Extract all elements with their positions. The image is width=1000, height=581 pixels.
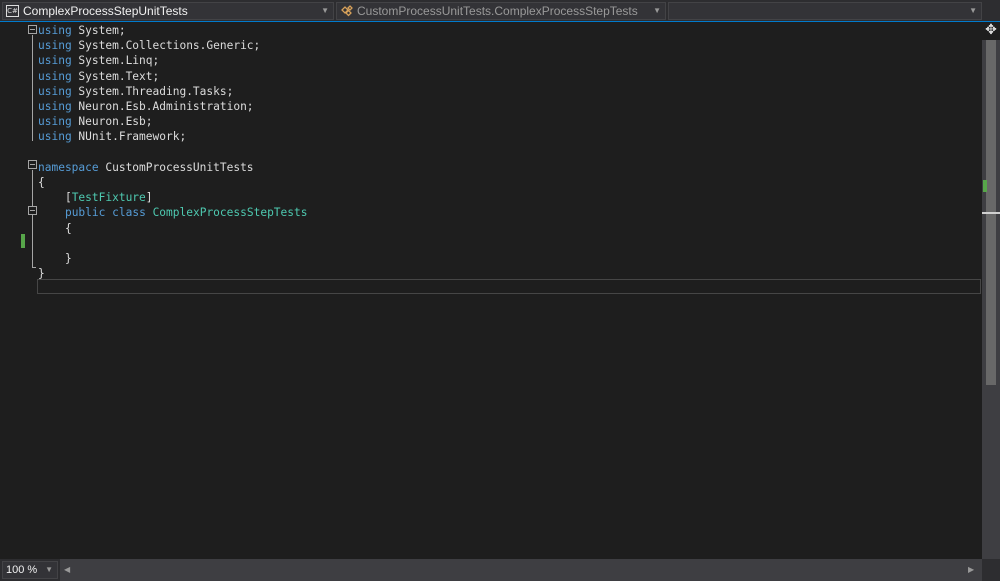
code-line[interactable]: namespace CustomProcessUnitTests xyxy=(38,160,254,175)
code-line[interactable]: using NUnit.Framework; xyxy=(38,129,186,144)
chevron-down-icon: ▼ xyxy=(653,6,661,15)
collapse-using-toggle[interactable] xyxy=(28,25,37,34)
scroll-right-icon[interactable]: ▶ xyxy=(968,565,974,575)
collapse-namespace-toggle[interactable] xyxy=(28,160,37,169)
project-dropdown-value: ComplexProcessStepUnitTests xyxy=(23,4,188,18)
code-token: Neuron.Esb; xyxy=(71,115,153,129)
code-line[interactable]: using System.Threading.Tasks; xyxy=(38,84,233,99)
code-line[interactable]: } xyxy=(38,266,45,281)
keyword-token: using xyxy=(38,100,72,113)
zoom-level: 100 % xyxy=(6,564,38,576)
keyword-token: using xyxy=(38,69,72,83)
keyword-token: using xyxy=(38,54,72,68)
outline-guide xyxy=(32,35,33,141)
code-token: System.Collections.Generic; xyxy=(71,39,261,53)
member-dropdown[interactable]: ▼ xyxy=(668,2,982,20)
code-token: { xyxy=(38,221,72,235)
horizontal-scrollbar[interactable]: ◀ ▶ xyxy=(60,559,982,581)
code-line[interactable]: public class ComplexProcessStepTests xyxy=(38,205,308,220)
code-line[interactable]: [TestFixture] xyxy=(38,190,153,205)
code-token: Neuron.Esb.Administration; xyxy=(71,100,254,113)
scrollbar-change-marker xyxy=(983,180,987,192)
project-dropdown[interactable]: C# ComplexProcessStepUnitTests ▼ xyxy=(2,2,334,20)
type-dropdown-value: CustomProcessUnitTests.ComplexProcessSte… xyxy=(357,4,638,18)
code-token: { xyxy=(38,176,45,189)
scroll-left-icon[interactable]: ◀ xyxy=(64,565,70,575)
code-token: System.Text; xyxy=(71,69,160,83)
code-token: System.Threading.Tasks; xyxy=(71,84,234,98)
csharp-project-icon: C# xyxy=(6,5,19,17)
vertical-scrollbar[interactable] xyxy=(982,40,1000,559)
code-line[interactable]: using System.Collections.Generic; xyxy=(38,38,260,53)
keyword-token: namespace xyxy=(38,160,99,174)
code-token: } xyxy=(38,267,45,281)
keyword-token: using xyxy=(38,130,72,144)
code-token: System.Linq; xyxy=(71,54,160,68)
split-window-icon[interactable]: ✥ xyxy=(984,23,998,38)
keyword-token: class xyxy=(112,206,146,220)
navigation-bar: C# ComplexProcessStepUnitTests ▼ CustomP… xyxy=(0,0,1000,22)
chevron-down-icon: ▼ xyxy=(45,565,53,574)
chevron-down-icon: ▼ xyxy=(321,6,329,15)
keyword-token: using xyxy=(38,39,72,53)
keyword-token: public xyxy=(64,206,106,220)
change-marker xyxy=(21,234,25,248)
code-token: } xyxy=(38,252,72,265)
editor-bottom-bar: 100 % ▼ ◀ ▶ xyxy=(0,559,1000,581)
code-editor[interactable]: using System; using System.Collections.Ge… xyxy=(0,23,982,559)
code-line[interactable]: using Neuron.Esb; xyxy=(38,114,153,129)
class-icon xyxy=(341,5,353,17)
code-token: ] xyxy=(145,191,153,205)
code-token: NUnit.Framework; xyxy=(71,130,187,144)
outline-guide xyxy=(32,216,33,255)
keyword-token: using xyxy=(38,115,72,129)
code-line[interactable]: { xyxy=(38,175,45,190)
code-token: System; xyxy=(71,24,126,37)
current-line-highlight xyxy=(37,279,981,294)
type-dropdown[interactable]: CustomProcessUnitTests.ComplexProcessSte… xyxy=(336,2,666,20)
code-token: CustomProcessUnitTests xyxy=(98,160,254,174)
code-token: [ xyxy=(38,191,72,205)
keyword-token: using xyxy=(38,24,72,37)
outline-guide-end xyxy=(32,267,36,268)
code-line[interactable]: { xyxy=(38,221,72,236)
keyword-token: using xyxy=(38,84,72,98)
zoom-dropdown[interactable]: 100 % ▼ xyxy=(2,561,58,579)
code-line[interactable]: using Neuron.Esb.Administration; xyxy=(38,99,254,114)
code-line[interactable]: using System; xyxy=(38,23,126,38)
code-line[interactable]: using System.Text; xyxy=(38,69,159,84)
collapse-class-toggle[interactable] xyxy=(28,206,37,215)
type-token: ComplexProcessStepTests xyxy=(152,206,308,220)
chevron-down-icon: ▼ xyxy=(969,6,977,15)
code-line[interactable]: using System.Linq; xyxy=(38,53,159,68)
type-token: TestFixture xyxy=(71,191,146,205)
scrollbar-caret-position xyxy=(982,212,1000,214)
code-line[interactable]: } xyxy=(38,251,72,266)
